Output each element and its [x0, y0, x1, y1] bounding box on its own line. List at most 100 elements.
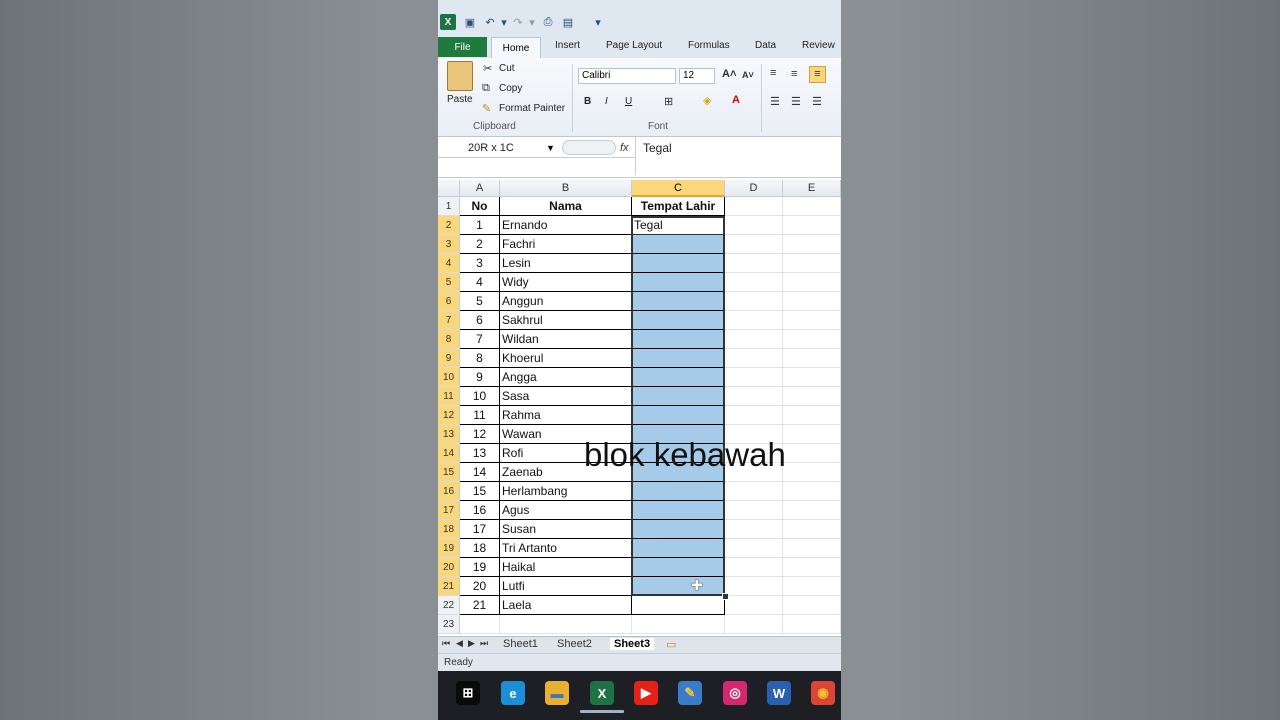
paste-icon[interactable]: [447, 61, 473, 91]
cell-d7[interactable]: [725, 311, 783, 330]
sheet-tab-sheet1[interactable]: Sheet1: [503, 638, 538, 650]
cell-b21[interactable]: Lutfi: [500, 577, 632, 596]
column-header-e[interactable]: E: [783, 180, 841, 197]
tab-formulas[interactable]: Formulas: [688, 40, 730, 51]
cell-e1[interactable]: [783, 197, 841, 216]
row-header-22[interactable]: 22: [438, 596, 460, 615]
cell-c4[interactable]: [632, 254, 725, 273]
cell-d16[interactable]: [725, 482, 783, 501]
format-painter-button[interactable]: Format Painter: [499, 103, 565, 114]
cell-b5[interactable]: Widy: [500, 273, 632, 292]
cell-b9[interactable]: Khoerul: [500, 349, 632, 368]
cell-c8[interactable]: [632, 330, 725, 349]
cell-d20[interactable]: [725, 558, 783, 577]
row-header-16[interactable]: 16: [438, 482, 460, 501]
cell-b3[interactable]: Fachri: [500, 235, 632, 254]
align-middle-icon[interactable]: ≡: [791, 68, 797, 80]
print-preview-icon[interactable]: ⎙: [540, 14, 556, 30]
row-header-10[interactable]: 10: [438, 368, 460, 387]
align-bottom-icon[interactable]: ≡: [809, 66, 826, 83]
fill-color-icon[interactable]: ◈: [703, 94, 711, 107]
cell-d9[interactable]: [725, 349, 783, 368]
name-box[interactable]: 20R x 1C: [438, 139, 560, 157]
cell-c18[interactable]: [632, 520, 725, 539]
cell-b23[interactable]: [500, 615, 632, 634]
cell-e23[interactable]: [783, 615, 841, 634]
cell-e19[interactable]: [783, 539, 841, 558]
cell-d23[interactable]: [725, 615, 783, 634]
cell-a15[interactable]: 14: [460, 463, 500, 482]
insert-function-button[interactable]: fx: [620, 139, 629, 157]
prev-sheet-icon[interactable]: ◀: [456, 638, 463, 649]
cell-c11[interactable]: [632, 387, 725, 406]
word-icon[interactable]: W: [767, 681, 791, 705]
cell-d12[interactable]: [725, 406, 783, 425]
row-header-19[interactable]: 19: [438, 539, 460, 558]
cell-b6[interactable]: Anggun: [500, 292, 632, 311]
excel-app-icon[interactable]: X: [440, 14, 456, 30]
cell-e8[interactable]: [783, 330, 841, 349]
row-header-17[interactable]: 17: [438, 501, 460, 520]
cell-a23[interactable]: [460, 615, 500, 634]
cell-a21[interactable]: 20: [460, 577, 500, 596]
cell-b11[interactable]: Sasa: [500, 387, 632, 406]
row-header-6[interactable]: 6: [438, 292, 460, 311]
cell-b7[interactable]: Sakhrul: [500, 311, 632, 330]
cell-c1[interactable]: Tempat Lahir: [632, 197, 725, 216]
cell-e12[interactable]: [783, 406, 841, 425]
paste-button[interactable]: Paste: [447, 94, 473, 105]
cell-b10[interactable]: Angga: [500, 368, 632, 387]
row-header-15[interactable]: 15: [438, 463, 460, 482]
cell-e15[interactable]: [783, 463, 841, 482]
cell-a12[interactable]: 11: [460, 406, 500, 425]
sheet-tab-sheet2[interactable]: Sheet2: [557, 638, 592, 650]
cell-a17[interactable]: 16: [460, 501, 500, 520]
cell-c19[interactable]: [632, 539, 725, 558]
cell-d10[interactable]: [725, 368, 783, 387]
cell-c9[interactable]: [632, 349, 725, 368]
row-header-21[interactable]: 21: [438, 577, 460, 596]
cell-a20[interactable]: 19: [460, 558, 500, 577]
cell-e6[interactable]: [783, 292, 841, 311]
cell-a11[interactable]: 10: [460, 387, 500, 406]
row-header-8[interactable]: 8: [438, 330, 460, 349]
cell-d19[interactable]: [725, 539, 783, 558]
copy-button[interactable]: Copy: [499, 83, 522, 94]
shrink-font-icon[interactable]: A˅: [742, 70, 754, 80]
cell-b19[interactable]: Tri Artanto: [500, 539, 632, 558]
cell-a1[interactable]: No: [460, 197, 500, 216]
cell-a13[interactable]: 12: [460, 425, 500, 444]
cell-c23[interactable]: [632, 615, 725, 634]
windows-icon[interactable]: ⊞: [456, 681, 480, 705]
align-right-icon[interactable]: ☰: [812, 95, 822, 108]
cell-b4[interactable]: Lesin: [500, 254, 632, 273]
cell-c2[interactable]: Tegal: [632, 216, 725, 235]
cell-a16[interactable]: 15: [460, 482, 500, 501]
align-top-icon[interactable]: ≡: [770, 67, 776, 79]
font-size-select[interactable]: 12: [679, 68, 715, 84]
cell-b16[interactable]: Herlambang: [500, 482, 632, 501]
tab-home[interactable]: Home: [491, 37, 541, 58]
cell-d22[interactable]: [725, 596, 783, 615]
formula-input[interactable]: Tegal: [643, 139, 672, 157]
last-sheet-icon[interactable]: ⏭: [480, 638, 488, 649]
cell-d11[interactable]: [725, 387, 783, 406]
cell-c22[interactable]: [632, 596, 725, 615]
column-header-b[interactable]: B: [500, 180, 632, 197]
cell-a8[interactable]: 7: [460, 330, 500, 349]
youtube-icon[interactable]: ▶: [634, 681, 658, 705]
chrome-icon[interactable]: ◉: [811, 681, 835, 705]
instagram-icon[interactable]: ◎: [723, 681, 747, 705]
cut-button[interactable]: Cut: [499, 63, 515, 74]
cell-d8[interactable]: [725, 330, 783, 349]
column-header-c[interactable]: C: [632, 180, 725, 197]
cell-e5[interactable]: [783, 273, 841, 292]
cell-e10[interactable]: [783, 368, 841, 387]
cell-a4[interactable]: 3: [460, 254, 500, 273]
formula-bar-splitter[interactable]: [562, 140, 616, 155]
select-all-corner[interactable]: [438, 180, 460, 197]
name-box-dropdown-icon[interactable]: ▼: [546, 139, 555, 157]
cell-a5[interactable]: 4: [460, 273, 500, 292]
file-explorer-icon[interactable]: ▬: [545, 681, 569, 705]
underline-button[interactable]: U: [625, 96, 632, 107]
